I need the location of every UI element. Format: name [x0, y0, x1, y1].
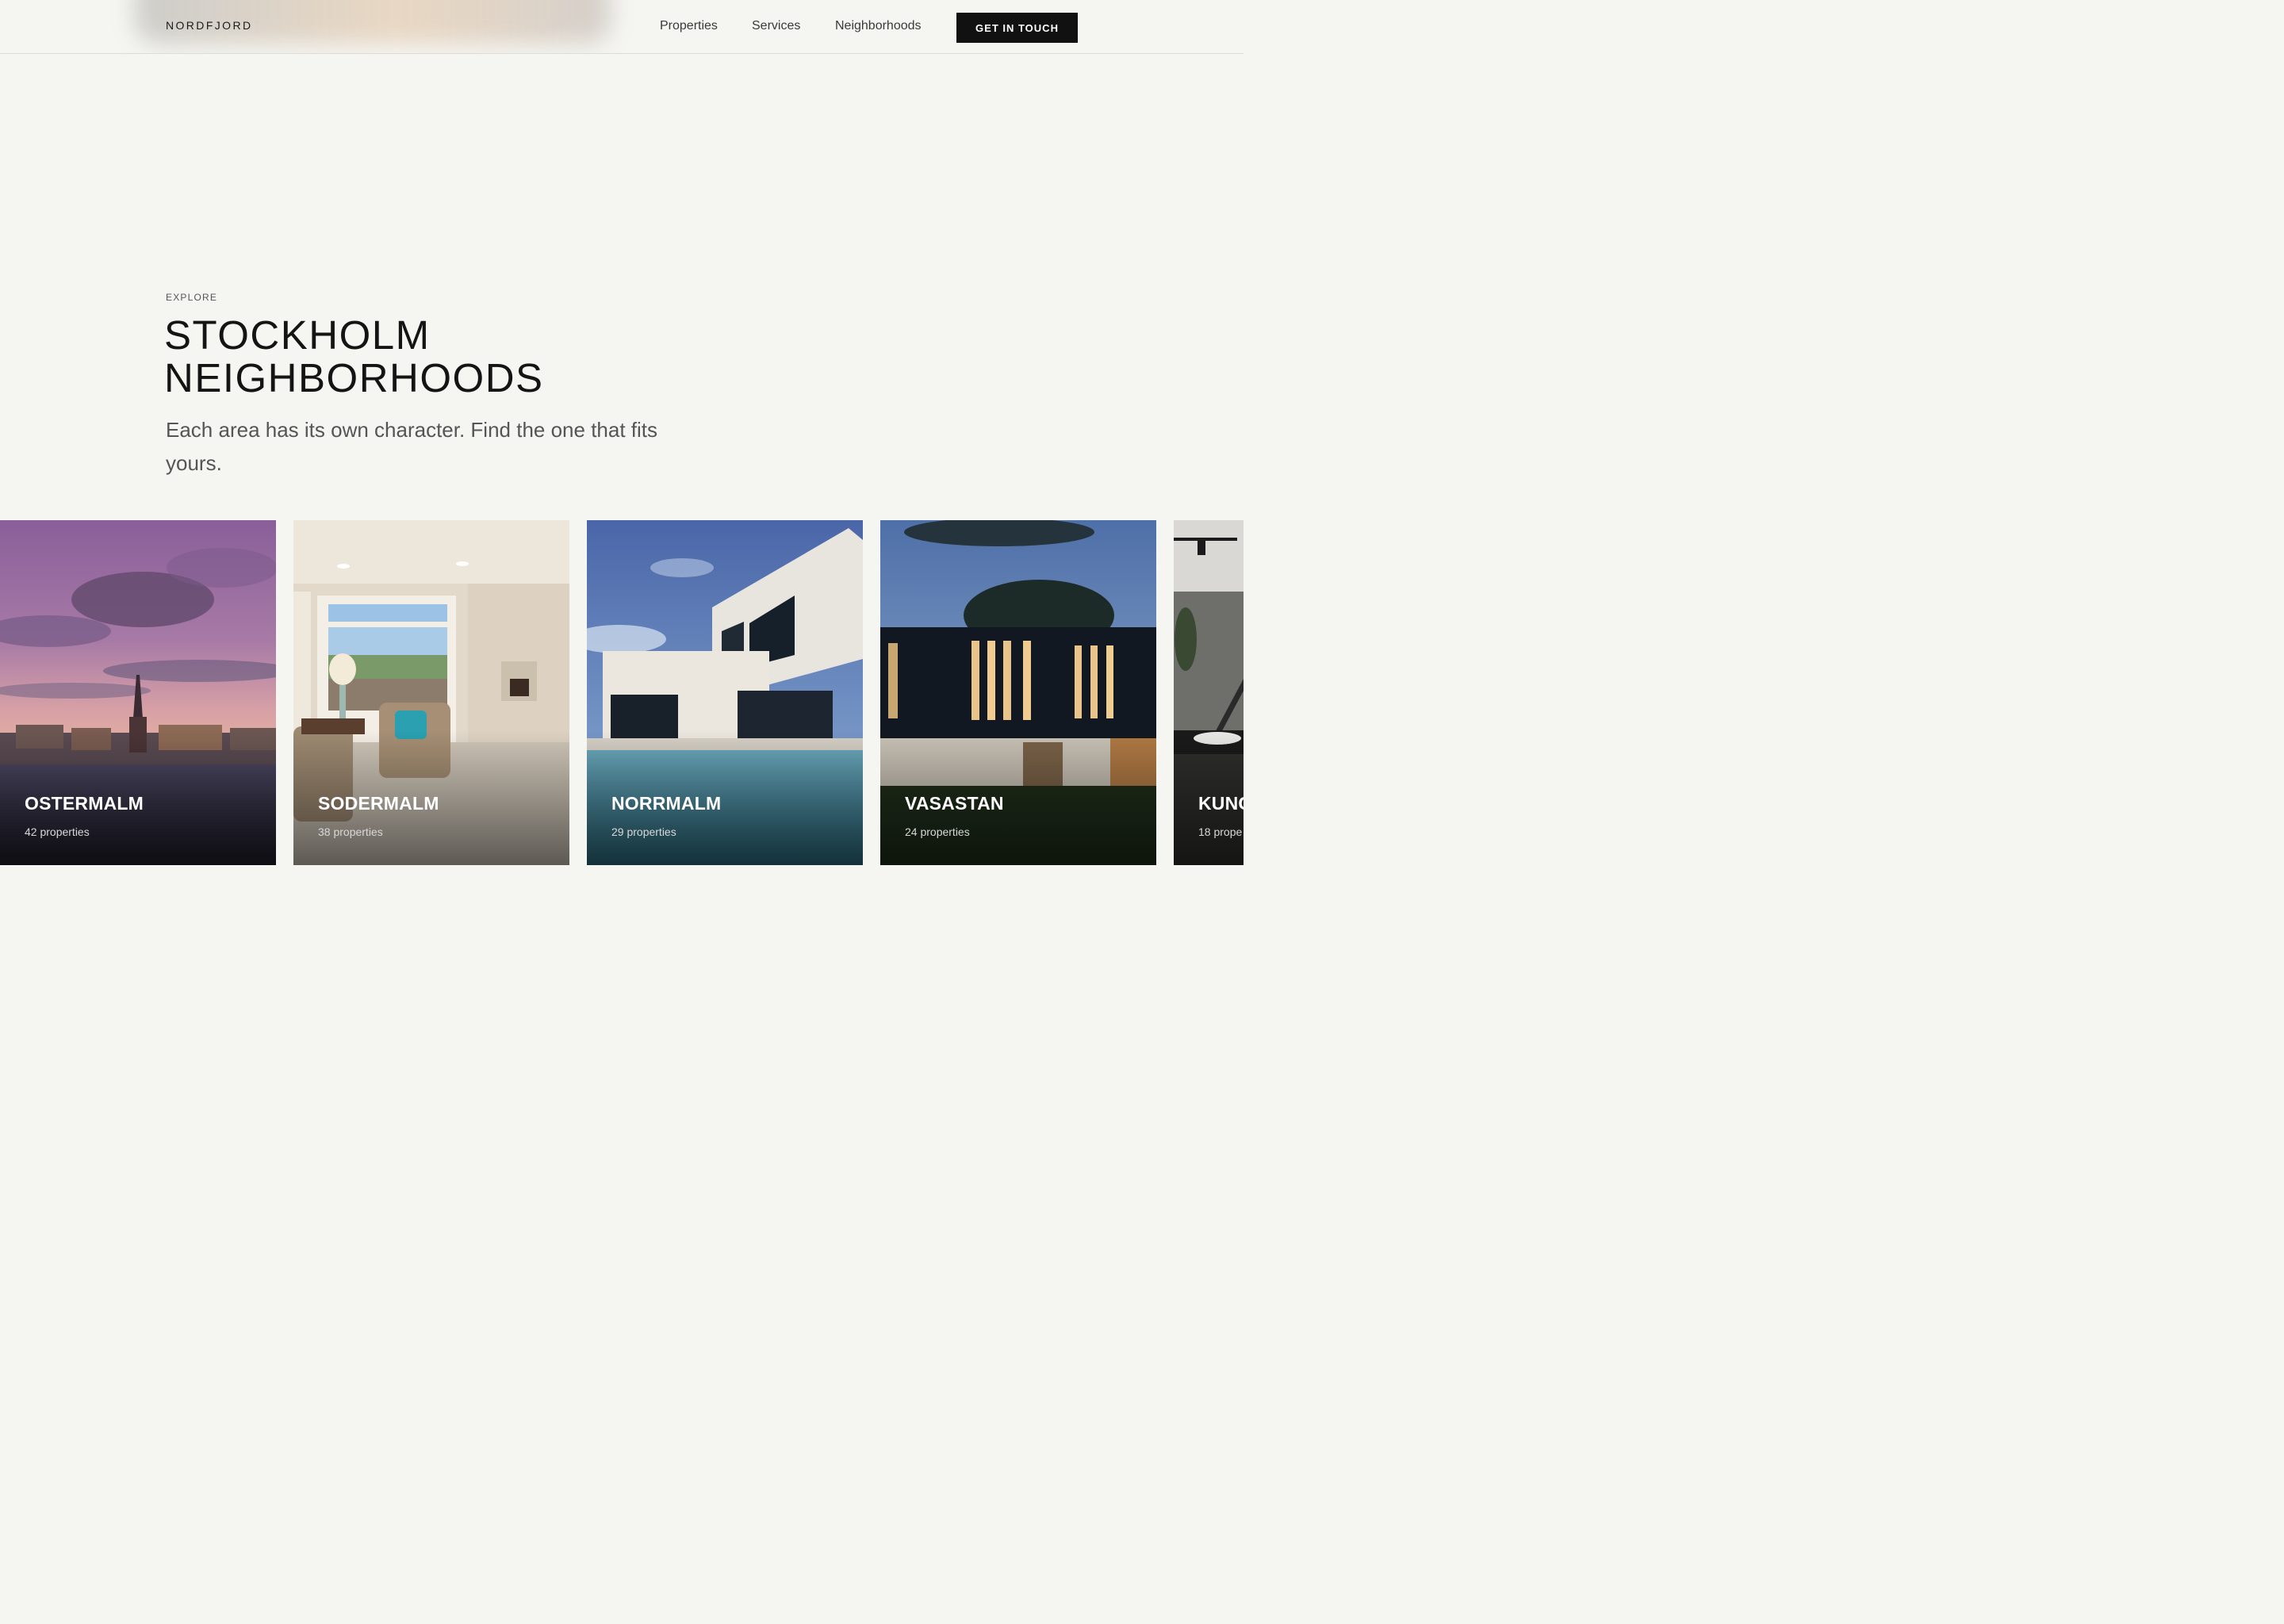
neighborhood-card-kung[interactable]: KUNG 18 prope: [1174, 520, 1244, 865]
property-count: 42 properties: [25, 825, 90, 838]
page-title-line-2: NEIGHBORHOODS: [164, 355, 544, 400]
property-count: 29 properties: [611, 825, 676, 838]
neighborhood-name: NORRMALM: [611, 793, 722, 814]
neighborhood-card-norrmalm[interactable]: NORRMALM 29 properties: [587, 520, 863, 865]
page-subtitle: Each area has its own character. Find th…: [166, 418, 658, 475]
neighborhood-name: OSTERMALM: [25, 793, 144, 814]
page-title-line-1: STOCKHOLM: [164, 312, 431, 358]
neighborhood-card-vasastan[interactable]: VASASTAN 24 properties: [880, 520, 1156, 865]
site-logo[interactable]: NORDFJORD: [166, 19, 252, 32]
nav-link-neighborhoods[interactable]: Neighborhoods: [835, 19, 922, 33]
neighborhood-name: VASASTAN: [905, 793, 1004, 814]
neighborhood-card-sodermalm[interactable]: SODERMALM 38 properties: [293, 520, 569, 865]
page-title: STOCKHOLM NEIGHBORHOODS: [164, 314, 544, 400]
get-in-touch-button[interactable]: GET IN TOUCH: [956, 13, 1078, 43]
neighborhood-name: SODERMALM: [318, 793, 439, 814]
property-count: 18 prope: [1198, 825, 1243, 838]
site-header: NORDFJORD Properties Services Neighborho…: [0, 0, 1244, 54]
section-eyebrow: EXPLORE: [166, 292, 218, 303]
neighborhood-card-ostermalm[interactable]: OSTERMALM 42 properties: [0, 520, 276, 865]
property-count: 24 properties: [905, 825, 970, 838]
neighborhood-name: KUNG: [1198, 793, 1244, 814]
nav-link-services[interactable]: Services: [752, 19, 800, 33]
nav-link-properties[interactable]: Properties: [660, 19, 718, 33]
property-count: 38 properties: [318, 825, 383, 838]
